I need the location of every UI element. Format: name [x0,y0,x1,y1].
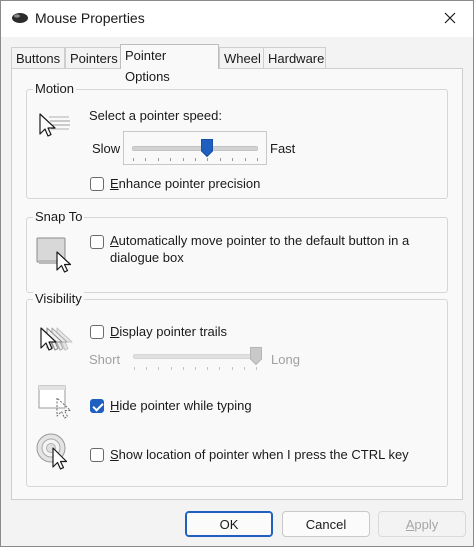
hide-pointer-checkbox[interactable] [90,399,104,413]
snap-to-label-line2: dialogue box [110,250,184,265]
window-title: Mouse Properties [35,10,145,26]
slider-tick [244,158,246,161]
slider-tick [182,158,184,161]
pointer-trails-icon [37,322,77,359]
fast-label: Fast [270,141,296,156]
tab-strip: Buttons Pointers Pointer Options Wheel H… [11,44,463,84]
pointer-speed-label: Select a pointer speed: [89,108,222,123]
slider-tick [170,158,172,161]
enhance-precision-label: Enhance pointer precision [110,176,261,191]
tab-buttons[interactable]: Buttons [11,47,65,68]
snap-to-checkbox[interactable] [90,235,104,249]
close-icon [444,12,456,27]
slider-tick [145,158,147,161]
tab-hardware[interactable]: Hardware [263,47,326,68]
pointer-speed-icon [37,112,71,143]
slider-tick [195,158,196,161]
show-location-label: Show location of pointer when I press th… [110,447,409,462]
slider-tick [232,158,234,161]
mouse-properties-dialog: Mouse Properties Buttons Pointers Pointe… [0,0,474,547]
slider-tick [182,367,184,370]
slider-tick [157,158,159,161]
snap-to-label-line1: Automatically move pointer to the defaul… [110,233,410,248]
tab-wheel[interactable]: Wheel [219,47,265,68]
tab-pointer-options[interactable]: Pointer Options [120,44,219,84]
slider-tick [195,367,196,370]
motion-group: Motion Select a pointer speed: Slow Fast… [26,81,448,199]
enhance-precision-checkbox[interactable] [90,177,104,191]
short-label: Short [89,352,121,367]
motion-group-label: Motion [33,81,77,96]
slider-track [132,146,258,151]
ok-button[interactable]: OK [185,511,273,537]
pointer-options-panel: Motion Select a pointer speed: Slow Fast… [11,68,463,500]
slider-tick [207,367,209,370]
long-label: Long [271,352,300,367]
pointer-trails-slider[interactable] [127,344,267,374]
apply-button[interactable]: Apply [378,511,466,537]
slider-tick [133,158,134,161]
pointer-speed-slider[interactable] [123,131,267,165]
slow-label: Slow [92,141,121,156]
snap-to-group-label: Snap To [33,209,85,224]
hide-pointer-icon [37,384,77,423]
pointer-trails-label: Display pointer trails [110,324,228,339]
slider-tick [219,367,221,370]
slider-tick [134,367,135,370]
trails-slider-track [133,354,257,359]
snap-to-icon [35,234,75,277]
slider-tick [146,367,148,370]
close-button[interactable] [427,1,473,37]
slider-tick [170,367,172,370]
title-bar: Mouse Properties [1,1,473,37]
slider-tick [231,367,233,370]
hide-pointer-label: Hide pointer while typing [110,398,252,413]
slider-tick [158,367,160,370]
pointer-trails-checkbox[interactable] [90,325,104,339]
mouse-icon [11,12,29,27]
show-location-icon [35,432,75,475]
visibility-group-label: Visibility [33,291,84,306]
visibility-group: Visibility Display pointer trails Short [26,291,448,487]
slider-thumb[interactable] [201,139,214,160]
trails-slider-thumb[interactable] [250,347,262,368]
show-location-checkbox[interactable] [90,448,104,462]
slider-tick [243,367,245,370]
slider-tick [257,158,258,161]
cancel-button[interactable]: Cancel [282,511,370,537]
snap-to-group: Snap To Automatically move pointer to th… [26,209,448,293]
slider-tick [219,158,221,161]
tab-pointers[interactable]: Pointers [65,47,122,68]
